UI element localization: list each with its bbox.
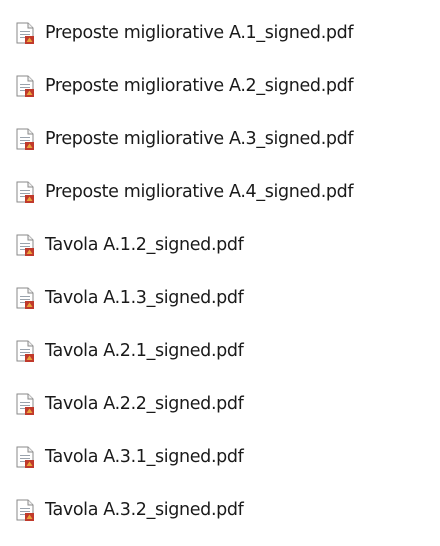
file-item[interactable]: Tavola A.3.2_signed.pdf xyxy=(0,490,440,530)
file-name: Tavola A.2.2_signed.pdf xyxy=(45,394,244,414)
pdf-file-icon xyxy=(16,287,34,309)
file-item[interactable]: Preposte migliorative A.1_signed.pdf xyxy=(0,13,440,53)
pdf-file-icon xyxy=(16,446,34,468)
file-item[interactable]: Preposte migliorative A.3_signed.pdf xyxy=(0,119,440,159)
file-item[interactable]: Preposte migliorative A.4_signed.pdf xyxy=(0,172,440,212)
file-item[interactable]: Tavola A.2.2_signed.pdf xyxy=(0,384,440,424)
pdf-file-icon xyxy=(16,234,34,256)
file-name: Preposte migliorative A.1_signed.pdf xyxy=(45,23,354,43)
pdf-file-icon xyxy=(16,340,34,362)
file-name: Tavola A.2.1_signed.pdf xyxy=(45,341,244,361)
file-name: Preposte migliorative A.2_signed.pdf xyxy=(45,76,354,96)
file-name: Preposte migliorative A.4_signed.pdf xyxy=(45,182,354,202)
file-item[interactable]: Preposte migliorative A.2_signed.pdf xyxy=(0,66,440,106)
pdf-file-icon xyxy=(16,75,34,97)
file-name: Tavola A.3.1_signed.pdf xyxy=(45,447,244,467)
file-name: Tavola A.1.3_signed.pdf xyxy=(45,288,244,308)
file-item[interactable]: Tavola A.3.1_signed.pdf xyxy=(0,437,440,477)
pdf-file-icon xyxy=(16,393,34,415)
pdf-file-icon xyxy=(16,181,34,203)
pdf-file-icon xyxy=(16,22,34,44)
file-item[interactable]: Tavola A.1.2_signed.pdf xyxy=(0,225,440,265)
file-name: Tavola A.1.2_signed.pdf xyxy=(45,235,244,255)
pdf-file-icon xyxy=(16,499,34,521)
file-item[interactable]: Tavola A.1.3_signed.pdf xyxy=(0,278,440,318)
file-name: Tavola A.3.2_signed.pdf xyxy=(45,500,244,520)
pdf-file-icon xyxy=(16,128,34,150)
file-list: Preposte migliorative A.1_signed.pdf Pre… xyxy=(0,0,440,546)
file-name: Preposte migliorative A.3_signed.pdf xyxy=(45,129,354,149)
file-item[interactable]: Tavola A.2.1_signed.pdf xyxy=(0,331,440,371)
